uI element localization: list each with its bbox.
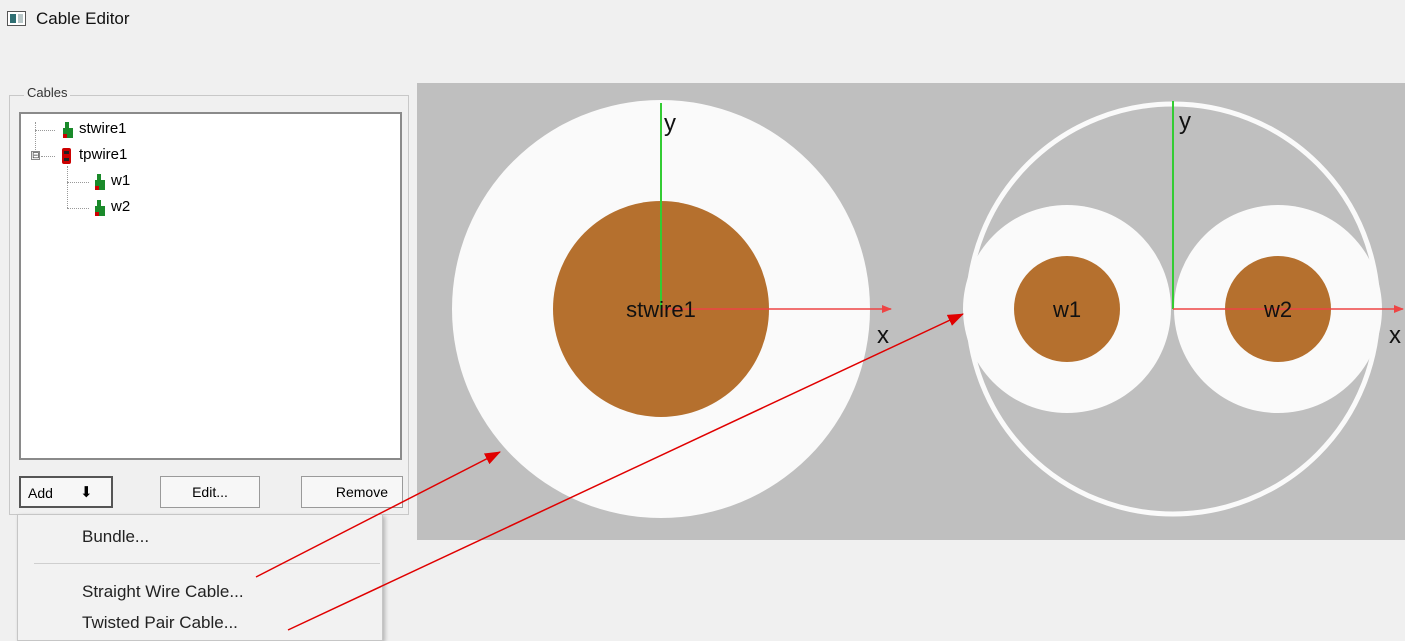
menu-item-straight-wire-cable[interactable]: Straight Wire Cable...: [82, 582, 244, 602]
x-axis-label: x: [877, 322, 889, 349]
app-window-icon: [7, 11, 26, 26]
tree-item-w2[interactable]: w2: [91, 197, 130, 217]
tree-item-tpwire1[interactable]: tpwire1: [59, 145, 127, 165]
tree-connector: [67, 182, 89, 183]
x-axis-label: x: [1389, 322, 1401, 349]
tree-item-label: w1: [111, 172, 131, 189]
cables-tree[interactable]: ⊟ stwire1 tpwire1 w1 w2: [19, 112, 402, 460]
tree-connector: [41, 156, 55, 157]
tree-connector: [67, 208, 89, 209]
tree-item-label: stwire1: [79, 120, 127, 137]
w1-label: w1: [1052, 297, 1081, 322]
straight-wire-icon: [63, 122, 73, 138]
tree-collapse-toggle[interactable]: ⊟: [31, 151, 40, 160]
straight-wire-icon: [95, 174, 105, 190]
stwire1-label: stwire1: [626, 297, 696, 322]
tree-item-stwire1[interactable]: stwire1: [59, 119, 127, 139]
straight-wire-icon: [95, 200, 105, 216]
tree-connector: [67, 166, 68, 208]
w2-label: w2: [1263, 297, 1292, 322]
window-title: Cable Editor: [36, 9, 130, 28]
y-axis-label: y: [1179, 108, 1191, 135]
cable-drawing: stwire1 y x w1 w2 y x: [452, 100, 1404, 518]
edit-button[interactable]: Edit...: [160, 476, 260, 508]
menu-item-twisted-pair-cable[interactable]: Twisted Pair Cable...: [82, 613, 238, 633]
menu-item-bundle[interactable]: Bundle...: [82, 527, 149, 547]
twisted-pair-icon: [62, 148, 71, 164]
cables-group-label: Cables: [24, 85, 71, 100]
tree-connector: [35, 130, 55, 131]
add-dropdown-menu: Bundle... Straight Wire Cable... Twisted…: [17, 514, 383, 641]
add-button[interactable]: Add ⬇: [19, 476, 113, 508]
add-button-label: Add: [28, 485, 53, 501]
tree-item-label: tpwire1: [79, 146, 128, 163]
tree-item-w1[interactable]: w1: [91, 171, 130, 191]
title-bar: Cable Editor: [0, 0, 1405, 42]
menu-separator: [34, 563, 380, 564]
remove-button[interactable]: Remove: [301, 476, 403, 508]
cable-preview-canvas: stwire1 y x w1 w2 y x: [417, 83, 1405, 540]
dropdown-arrow-icon: ⬇: [80, 484, 93, 501]
tree-item-label: w2: [111, 198, 131, 215]
y-axis-label: y: [664, 110, 676, 137]
